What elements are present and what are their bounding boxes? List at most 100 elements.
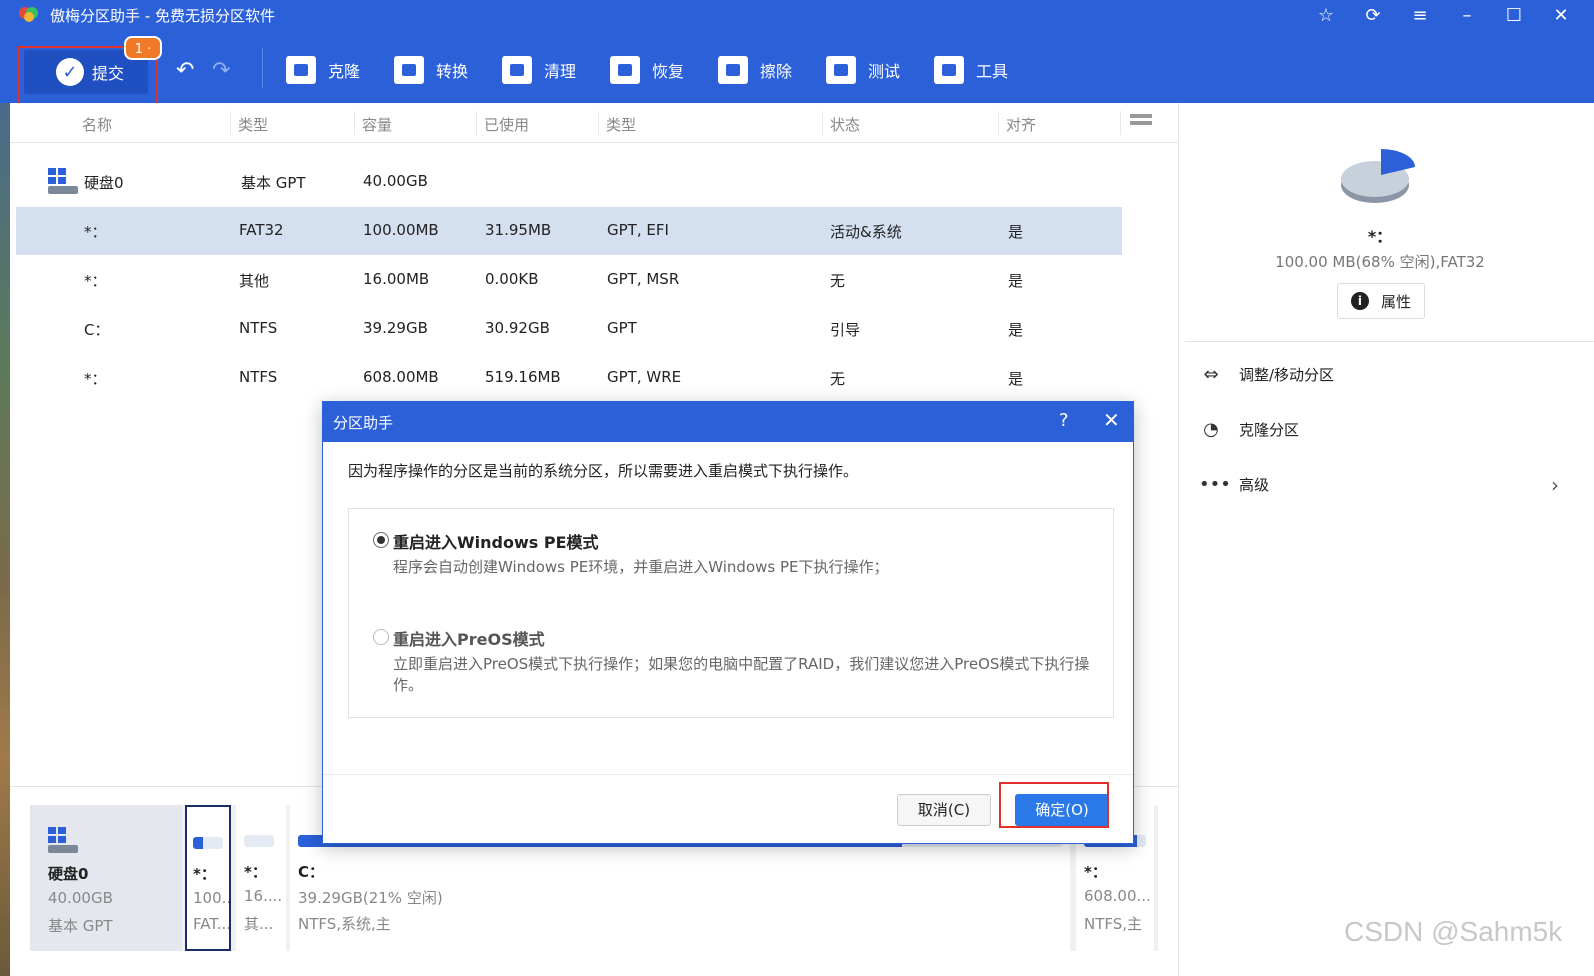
refresh-icon[interactable]: ⟳ xyxy=(1358,3,1388,29)
clone-icon xyxy=(286,56,316,84)
cell-status: 活动&系统 xyxy=(830,223,902,241)
table-row[interactable]: C： NTFS 39.29GB 30.92GB GPT 引导 是 xyxy=(16,305,1122,353)
cell-type: 其他 xyxy=(239,272,270,290)
usage-fill xyxy=(193,837,203,849)
option-title[interactable]: 重启进入Windows PE模式 xyxy=(393,529,599,553)
cell-used: 0.00KB xyxy=(485,270,539,288)
grid-icon xyxy=(934,56,964,84)
close-window-button[interactable]: ✕ xyxy=(1546,3,1576,29)
menu-icon[interactable]: ≡ xyxy=(1405,3,1435,29)
partition-info: NTFS,主 xyxy=(1084,915,1143,933)
tool-label: 转换 xyxy=(436,62,469,81)
cell-name: *： xyxy=(84,370,107,388)
col-divider[interactable] xyxy=(822,111,823,135)
redo-icon[interactable]: ↷ xyxy=(212,58,230,83)
cell-used: 519.16MB xyxy=(485,368,561,386)
cell-align: 是 xyxy=(1008,223,1024,241)
option-title[interactable]: 重启进入PreOS模式 xyxy=(393,626,545,650)
col-header-capacity[interactable]: 容量 xyxy=(362,114,392,135)
partition-size: 608.00... xyxy=(1084,887,1151,905)
cell-used: 31.95MB xyxy=(485,221,552,239)
partition-letter: C： xyxy=(298,863,325,881)
map-partition-msr[interactable]: *： 16.... 其... xyxy=(236,805,286,951)
action-label: 高级 xyxy=(1239,475,1270,494)
minimize-button[interactable]: – xyxy=(1452,3,1482,29)
map-disk-size: 40.00GB xyxy=(48,889,113,907)
partition-letter: *： xyxy=(244,863,267,881)
chevron-right-icon[interactable]: › xyxy=(1551,473,1559,497)
clone-partition-action[interactable]: ◔ 克隆分区 xyxy=(1199,415,1299,443)
properties-button[interactable]: i 属性 xyxy=(1337,283,1425,319)
cell-type: NTFS xyxy=(239,368,278,386)
disk-row[interactable]: 硬盘0 基本 GPT 40.00GB xyxy=(16,158,1122,206)
help-icon[interactable]: ? xyxy=(1059,410,1069,431)
col-header-status[interactable]: 状态 xyxy=(830,114,860,135)
cell-name: C： xyxy=(84,321,110,339)
advanced-action[interactable]: ••• 高级 xyxy=(1199,470,1269,498)
col-header-type[interactable]: 类型 xyxy=(238,114,268,135)
test-tool-button[interactable]: 测试 xyxy=(826,55,900,85)
usage-bar xyxy=(193,837,223,849)
cell-name: *： xyxy=(84,223,107,241)
col-divider[interactable] xyxy=(998,111,999,135)
col-divider[interactable] xyxy=(354,111,355,135)
recover-icon xyxy=(610,56,640,84)
col-divider[interactable] xyxy=(1120,111,1121,135)
partition-info: FAT... xyxy=(193,915,229,933)
tool-label: 工具 xyxy=(976,62,1009,81)
table-row[interactable]: *： 其他 16.00MB 0.00KB GPT, MSR 无 是 xyxy=(16,256,1122,304)
selected-partition-info: 100.00 MB(68% 空闲),FAT32 xyxy=(1275,253,1485,271)
shredder-icon xyxy=(718,56,748,84)
radio-unselected[interactable] xyxy=(373,629,389,645)
partition-size: 16.... xyxy=(244,887,283,905)
partition-info: 其... xyxy=(244,915,274,933)
undo-icon[interactable]: ↶ xyxy=(176,58,194,83)
map-disk-name: 硬盘0 xyxy=(48,865,89,883)
table-row[interactable]: *： FAT32 100.00MB 31.95MB GPT, EFI 活动&系统… xyxy=(16,207,1122,255)
cell-align: 是 xyxy=(1008,321,1024,339)
cell-type: FAT32 xyxy=(239,221,284,239)
cleanup-tool-button[interactable]: 清理 xyxy=(502,55,576,85)
cell-align: 是 xyxy=(1008,272,1024,290)
table-row[interactable]: *： NTFS 608.00MB 519.16MB GPT, WRE 无 是 xyxy=(16,354,1122,402)
more-dots-icon: ••• xyxy=(1199,473,1231,495)
tools-tool-button[interactable]: 工具 xyxy=(934,55,1008,85)
reboot-mode-dialog: 分区助手 ? ✕ 因为程序操作的分区是当前的系统分区，所以需要进入重启模式下执行… xyxy=(322,401,1134,844)
disk-icon xyxy=(48,827,78,853)
col-header-used[interactable]: 已使用 xyxy=(484,114,529,135)
convert-tool-button[interactable]: 转换 xyxy=(394,55,468,85)
map-partition-efi[interactable]: *： 100... FAT... xyxy=(185,805,231,951)
col-divider[interactable] xyxy=(476,111,477,135)
close-icon[interactable]: ✕ xyxy=(1103,408,1120,432)
star-icon[interactable]: ☆ xyxy=(1311,3,1341,29)
disk-type: 基本 GPT xyxy=(241,174,306,192)
col-divider[interactable] xyxy=(230,111,231,135)
clone-tool-button[interactable]: 克隆 xyxy=(286,55,360,85)
cell-ptype: GPT, WRE xyxy=(607,368,682,386)
option-desc: 立即重启进入PreOS模式下执行操作；如果您的电脑中配置了RAID，我们建议您进… xyxy=(393,655,1090,694)
toolbar-divider xyxy=(262,48,263,88)
partition-letter: *： xyxy=(193,865,216,883)
wipe-tool-button[interactable]: 擦除 xyxy=(718,55,792,85)
cell-ptype: GPT xyxy=(607,319,637,337)
dialog-title-bar[interactable]: 分区助手 ? ✕ xyxy=(323,402,1133,442)
cell-ptype: GPT, EFI xyxy=(607,221,669,239)
column-menu-icon[interactable] xyxy=(1130,114,1152,132)
tool-label: 恢复 xyxy=(652,62,685,81)
col-header-ptype[interactable]: 类型 xyxy=(606,114,636,135)
radio-selected[interactable] xyxy=(373,532,389,548)
col-header-align[interactable]: 对齐 xyxy=(1006,114,1036,135)
convert-icon xyxy=(394,56,424,84)
map-disk-card[interactable]: 硬盘0 40.00GB 基本 GPT xyxy=(30,805,182,951)
pending-ops-badge: 1 · xyxy=(124,36,162,60)
partition-size: 39.29GB(21% 空闲) xyxy=(298,889,443,907)
cell-capacity: 608.00MB xyxy=(363,368,439,386)
col-header-name[interactable]: 名称 xyxy=(82,114,112,135)
col-divider[interactable] xyxy=(598,111,599,135)
cell-name: *： xyxy=(84,272,107,290)
maximize-button[interactable]: ☐ xyxy=(1499,3,1529,29)
recover-tool-button[interactable]: 恢复 xyxy=(610,55,684,85)
partition-info: NTFS,系统,主 xyxy=(298,915,391,933)
resize-move-action[interactable]: ⇔ 调整/移动分区 xyxy=(1199,360,1334,388)
cancel-button[interactable]: 取消(C) xyxy=(897,794,991,826)
